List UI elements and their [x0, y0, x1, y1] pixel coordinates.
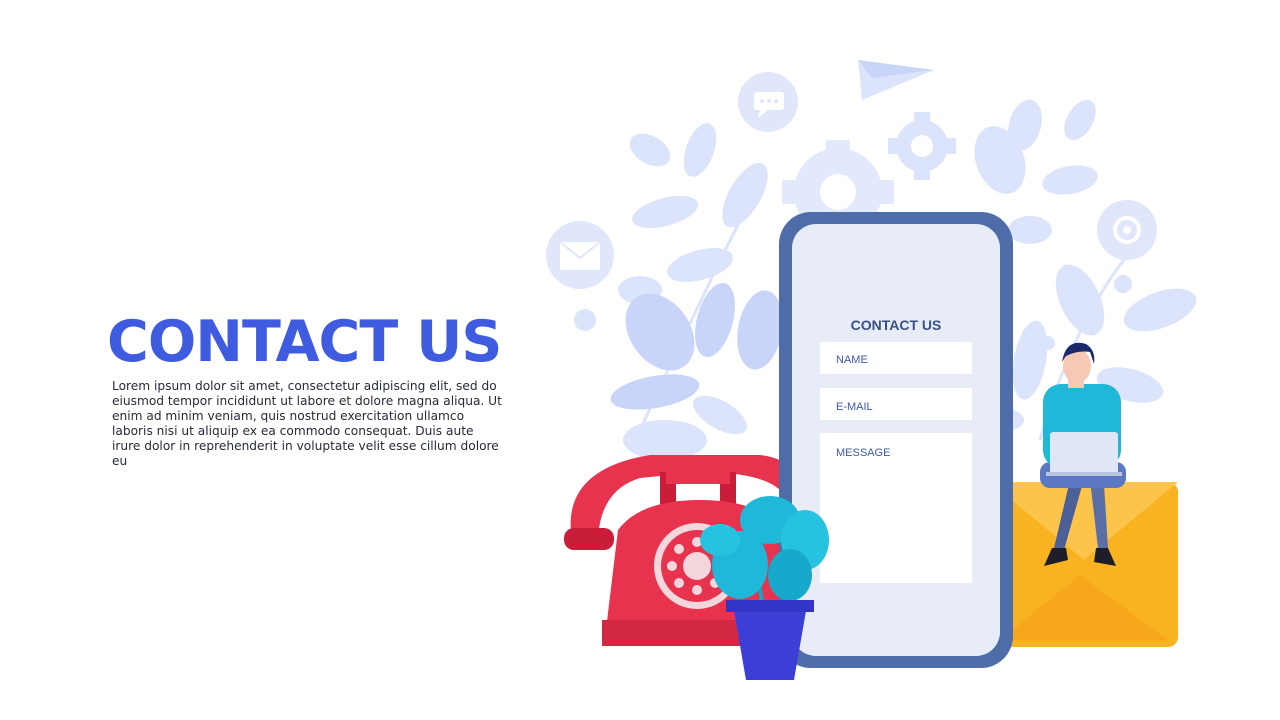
laptop-icon — [1046, 432, 1122, 476]
form-title: CONTACT US — [851, 317, 942, 333]
message-field-label: MESSAGE — [836, 447, 890, 459]
message-field[interactable]: MESSAGE — [820, 433, 972, 583]
smartphone-frame: CONTACT US NAME E-MAIL MESSAGE — [779, 212, 1013, 668]
email-field[interactable]: E-MAIL — [820, 388, 972, 420]
at-sign-icon — [1097, 200, 1157, 260]
email-field-label: E-MAIL — [836, 401, 873, 413]
mail-icon — [546, 221, 614, 289]
contact-illustration: CONTACT US NAME E-MAIL MESSAGE — [546, 60, 1197, 680]
paper-plane-icon — [858, 60, 934, 100]
envelope-icon — [990, 482, 1178, 647]
chat-bubble-icon — [738, 72, 798, 132]
name-field[interactable]: NAME — [820, 342, 972, 374]
name-field-label: NAME — [836, 354, 868, 366]
